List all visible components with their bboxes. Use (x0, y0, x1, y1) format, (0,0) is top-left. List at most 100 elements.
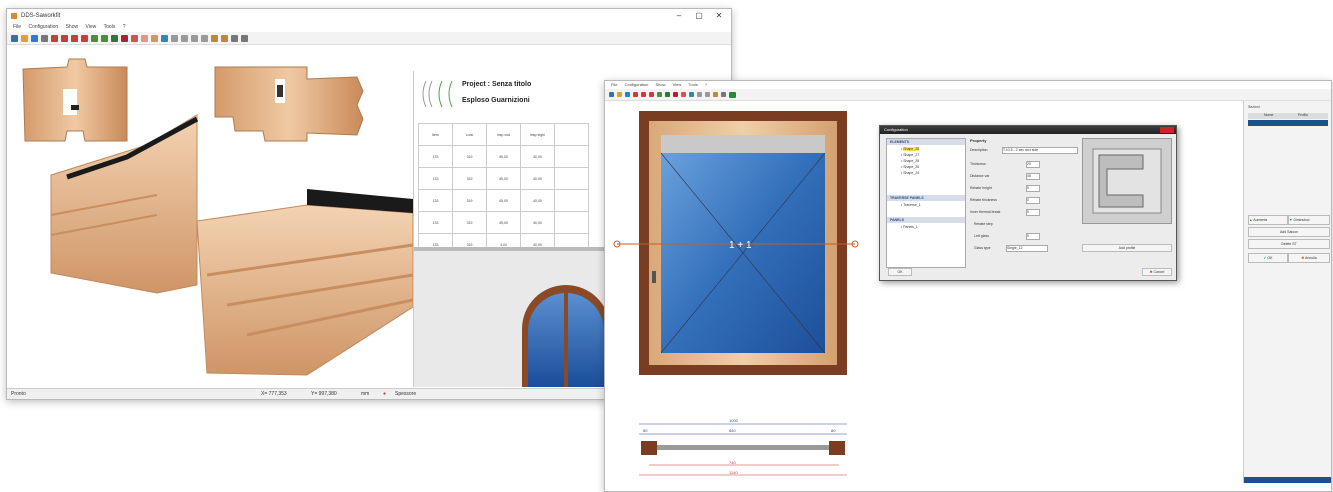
tool-icon[interactable] (101, 34, 108, 42)
thermal-break-field[interactable]: 0 (1026, 209, 1040, 216)
selected-row[interactable] (1248, 120, 1328, 126)
menu-bar: File Configuration Show View Tools ? (605, 81, 1331, 89)
thickness-field[interactable]: 20 (1026, 161, 1040, 168)
zoom-fit-icon[interactable] (649, 92, 654, 97)
view-icon[interactable] (705, 92, 710, 97)
view-icon[interactable] (201, 34, 208, 42)
save-icon[interactable] (31, 34, 38, 42)
close-button[interactable]: ✕ (713, 11, 725, 21)
up-label: Aumenta (1253, 218, 1268, 222)
menu-show[interactable]: Show (66, 24, 79, 30)
description-field[interactable]: T.10.5 - 2 sec rect side (1002, 147, 1078, 154)
prop-label: Inner thermal break (970, 210, 1001, 214)
tool-icon[interactable] (657, 92, 662, 97)
open-icon[interactable] (617, 92, 622, 97)
maximize-button[interactable]: ▢ (693, 11, 705, 21)
tool-icon[interactable] (713, 92, 718, 97)
list-item-label: Shape_28 (903, 159, 920, 163)
tool-icon[interactable] (211, 34, 218, 42)
tool-icon[interactable] (111, 34, 118, 42)
tool-icon[interactable] (131, 34, 138, 42)
profile-3d-left (50, 114, 198, 294)
tool-icon[interactable] (221, 34, 228, 42)
ok-button[interactable]: ✔ OK (1248, 253, 1288, 263)
tool-icon[interactable] (681, 92, 686, 97)
status-dot-icon: ● (383, 391, 387, 397)
menu-help[interactable]: ? (705, 82, 707, 87)
dialog-ok-button[interactable]: OK (888, 268, 912, 276)
dialog-close-button[interactable] (1160, 127, 1174, 133)
undo-icon[interactable] (721, 92, 726, 97)
list-item[interactable]: • Shape_24 (887, 169, 965, 175)
menu-view[interactable]: View (86, 24, 97, 30)
zoom-window-icon[interactable] (81, 34, 88, 42)
menu-configuration[interactable]: Configuration (28, 24, 58, 30)
menu-configuration[interactable]: Configuration (625, 82, 649, 87)
tool-icon[interactable] (665, 92, 670, 97)
check-icon: ✔ (1263, 256, 1267, 260)
list-item[interactable]: • Traverse_1 (887, 201, 965, 207)
status-y: Y= 997,380 (311, 391, 337, 397)
view-icon[interactable] (171, 34, 178, 42)
cancel-button[interactable]: ✖ Annulla (1288, 253, 1330, 263)
gasket-mark (71, 105, 79, 110)
view-icon[interactable] (697, 92, 702, 97)
tool-icon[interactable] (121, 34, 128, 42)
section-frame-right (829, 441, 845, 455)
zoom-fit-icon[interactable] (71, 34, 78, 42)
view-icon[interactable] (181, 34, 188, 42)
minimize-button[interactable]: – (673, 11, 685, 21)
rebate-thickness-field[interactable]: 0 (1026, 197, 1040, 204)
green-tool-icon[interactable] (729, 91, 736, 98)
table-row: 133 319 45,00 40,00 (418, 167, 589, 190)
print-icon[interactable] (41, 34, 48, 42)
table-cell: 45,00 (486, 189, 521, 212)
table-cell: 45,00 (486, 167, 521, 190)
left-glass-field[interactable]: 0 (1026, 233, 1040, 240)
open-icon[interactable] (21, 34, 28, 42)
report-logo (422, 80, 453, 108)
view-icon[interactable] (191, 34, 198, 42)
menu-view[interactable]: View (673, 82, 682, 87)
menu-tools[interactable]: Tools (104, 24, 116, 30)
up-button[interactable]: ▲ Aumenta (1248, 215, 1288, 225)
3d-viewport[interactable] (7, 45, 413, 388)
dialog-cancel-button[interactable]: ✖ Cancel (1142, 268, 1172, 276)
new-icon[interactable] (11, 34, 18, 42)
zoom-out-icon[interactable] (641, 92, 646, 97)
add-profile-button[interactable]: Add profile (1082, 244, 1172, 252)
new-icon[interactable] (609, 92, 614, 97)
tool-icon[interactable] (673, 92, 678, 97)
list-item[interactable]: • Panels_1 (887, 223, 965, 229)
view-icon[interactable] (689, 92, 694, 97)
menu-help[interactable]: ? (123, 24, 126, 30)
distance-field[interactable]: 45 (1026, 173, 1040, 180)
menu-show[interactable]: Show (656, 82, 666, 87)
undo-icon[interactable] (231, 34, 238, 42)
table-cell: 133 (418, 145, 453, 168)
tool-icon[interactable] (91, 34, 98, 42)
prop-label: Distance var (970, 174, 990, 178)
tool-icon[interactable] (151, 34, 158, 42)
view-icon[interactable] (161, 34, 168, 42)
menu-file[interactable]: File (611, 82, 617, 87)
save-icon[interactable] (625, 92, 630, 97)
tool-icon[interactable] (141, 34, 148, 42)
redo-icon[interactable] (241, 34, 248, 42)
add-saloon-button[interactable]: Add Saloon (1248, 227, 1330, 237)
zoom-out-icon[interactable] (61, 34, 68, 42)
rebate-height-field[interactable]: 0 (1026, 185, 1040, 192)
menu-file[interactable]: File (13, 24, 21, 30)
section-frame-left (641, 441, 657, 455)
glass-type-select[interactable]: Single_12 (1006, 245, 1048, 252)
table-cell: 319 (452, 189, 487, 212)
down-button[interactable]: ▼ Diminuisci (1288, 215, 1330, 225)
configuration-dialog: Configuration ELEMENTS • Shape_25 • Shap… (879, 125, 1177, 281)
zoom-in-icon[interactable] (51, 34, 58, 42)
table-header: Insp leghi (520, 123, 555, 146)
table-header-row: Item Lunc Insp cod Insp leghi (418, 123, 589, 146)
zoom-in-icon[interactable] (633, 92, 638, 97)
menu-tools[interactable]: Tools (688, 82, 697, 87)
delete-button[interactable]: Delete ST (1248, 239, 1330, 249)
app-icon (11, 13, 17, 19)
